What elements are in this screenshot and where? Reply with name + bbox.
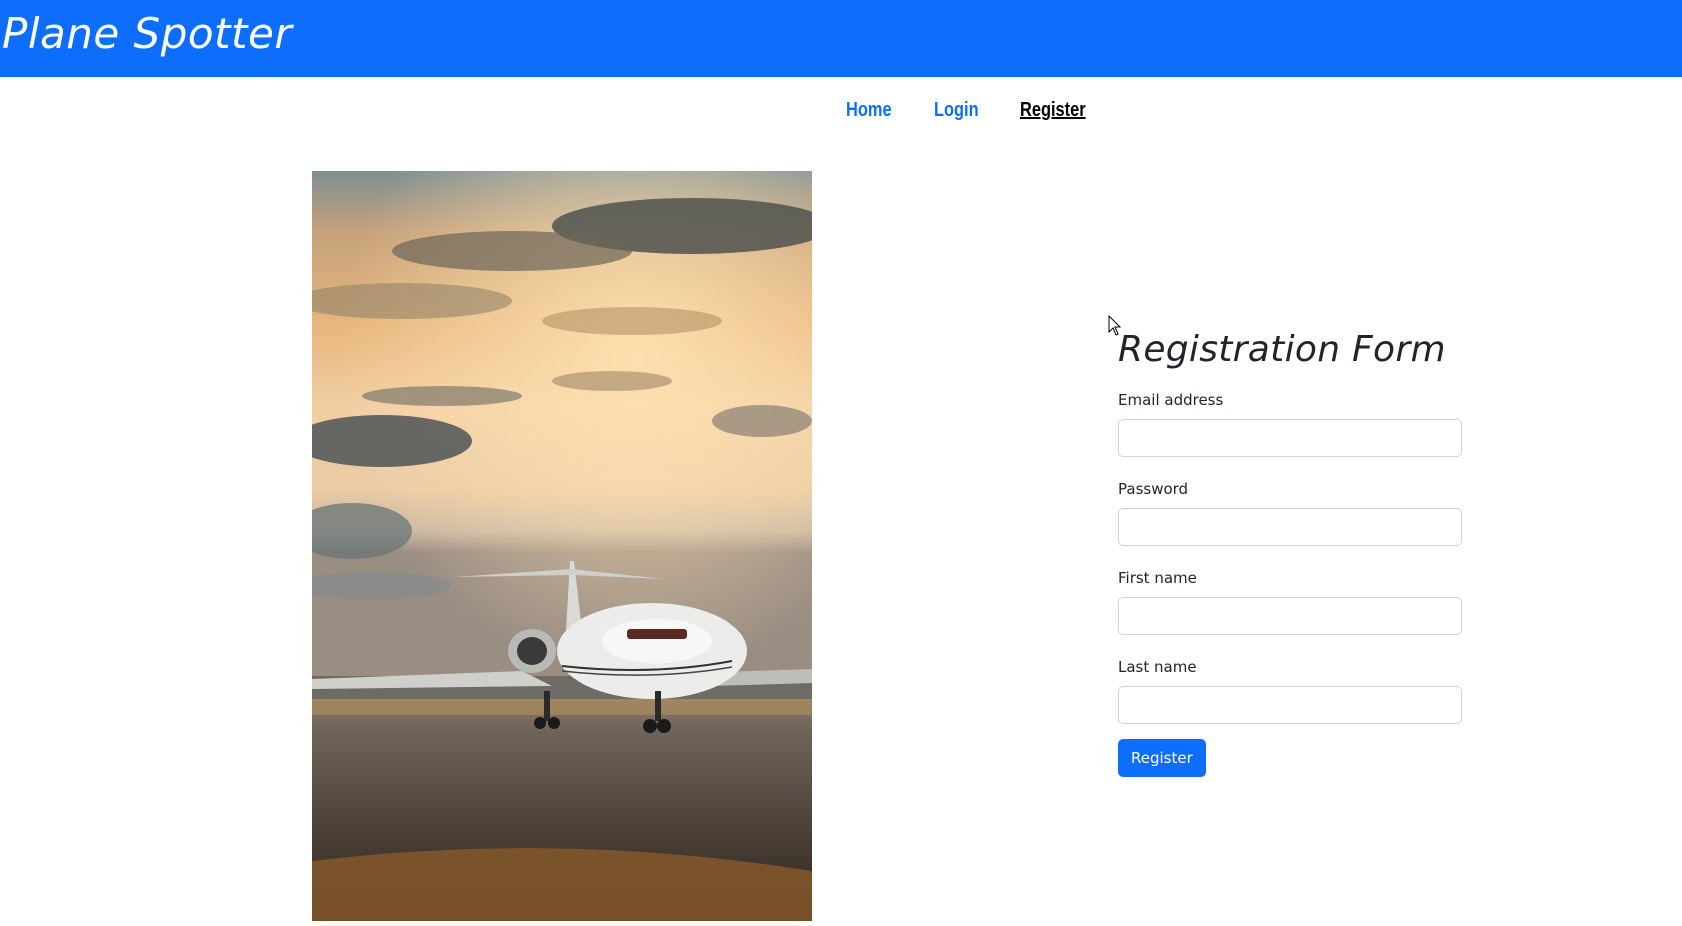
brand-title[interactable]: Plane Spotter <box>2 6 292 62</box>
password-field-group: Password <box>1118 479 1462 546</box>
last-name-input[interactable] <box>1118 686 1462 724</box>
email-input[interactable] <box>1118 419 1462 457</box>
email-label: Email address <box>1118 391 1224 409</box>
form-title: Registration Form <box>1118 329 1446 370</box>
password-input[interactable] <box>1118 508 1462 546</box>
nav-link-register[interactable]: Register <box>1020 99 1086 122</box>
main-nav: Home Login Register <box>846 95 1100 125</box>
top-header: Plane Spotter <box>0 0 1682 77</box>
nav-link-login[interactable]: Login <box>934 99 979 122</box>
email-field-group: Email address <box>1118 390 1462 457</box>
first-name-input[interactable] <box>1118 597 1462 635</box>
register-button[interactable]: Register <box>1118 739 1206 777</box>
nav-link-home[interactable]: Home <box>846 99 892 122</box>
hero-airplane-image <box>312 171 812 921</box>
last-name-label: Last name <box>1118 658 1197 676</box>
airplane-photo-icon <box>312 171 812 921</box>
last-name-field-group: Last name <box>1118 657 1462 724</box>
first-name-field-group: First name <box>1118 568 1462 635</box>
password-label: Password <box>1118 480 1189 498</box>
first-name-label: First name <box>1118 569 1197 587</box>
registration-form: Registration Form Email address Password… <box>1118 320 1462 777</box>
